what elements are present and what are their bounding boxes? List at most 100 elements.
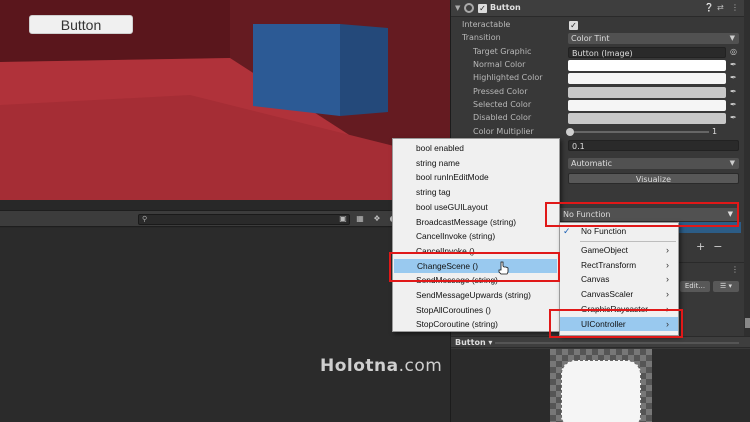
gizmo-icon[interactable]: ▦ (355, 214, 365, 224)
interactable-row: Interactable ✓ (451, 19, 750, 32)
mouse-cursor-icon (498, 261, 509, 275)
menu-item-bool-enabled[interactable]: bool enabled (393, 141, 559, 156)
interactable-checkbox[interactable]: ✓ (569, 21, 578, 30)
cube-side (340, 24, 388, 116)
menu-item-recttransform[interactable]: RectTransform › (560, 258, 678, 273)
transition-value: Color Tint (571, 34, 610, 43)
color-multiplier-label: Color Multiplier (473, 127, 534, 136)
component-header[interactable]: ▼ ✓ Button ❔ ⇄ ⋮ (451, 0, 750, 17)
color-multiplier-value[interactable]: 1 (709, 126, 749, 137)
plus-icon[interactable]: + (696, 240, 713, 253)
game-button[interactable]: Button (29, 15, 133, 34)
presets-icon[interactable]: ⇄ (717, 3, 724, 12)
chevron-right-icon: › (666, 289, 669, 300)
watermark-brand: Holotna (320, 356, 399, 376)
menu-item-canvas[interactable]: Canvas › (560, 272, 678, 287)
search-icon: ⚲ (142, 215, 148, 223)
interactable-label: Interactable (462, 20, 511, 29)
component-title: Button (490, 3, 521, 12)
watermark-suffix: .com (398, 356, 443, 376)
object-picker-icon[interactable]: ◎ (730, 47, 737, 56)
highlighted-color-row: Highlighted Color ✒ (451, 72, 750, 85)
slider-handle[interactable] (566, 128, 574, 136)
project-panel (0, 228, 450, 422)
menu-item-stop-all-coroutines[interactable]: StopAllCoroutines () (393, 303, 559, 318)
menu-item-gameobject[interactable]: GameObject › (560, 243, 678, 258)
eyedropper-icon[interactable]: ✒ (730, 100, 737, 109)
color-multiplier-slider[interactable] (566, 128, 709, 136)
navigation-value: Automatic (571, 159, 613, 168)
tag-icon[interactable]: ❖ (372, 214, 382, 224)
target-graphic-label: Target Graphic (473, 47, 532, 56)
scene-camera-icon[interactable]: ▣ (338, 214, 348, 224)
inspector-scrollbar[interactable] (744, 0, 750, 340)
scrollbar-thumb[interactable] (745, 318, 750, 328)
transition-label: Transition (462, 33, 501, 42)
selected-color-swatch[interactable] (568, 100, 726, 111)
fade-duration-field[interactable]: 0.1 (568, 140, 739, 151)
menu-item-string-name[interactable]: string name (393, 156, 559, 171)
fade-duration-value: 0.1 (572, 142, 585, 151)
menu-item-broadcast-message[interactable]: BroadcastMessage (string) (393, 215, 559, 230)
eyedropper-icon[interactable]: ✒ (730, 60, 737, 69)
cube-front (253, 24, 340, 116)
chevron-right-icon: › (666, 245, 669, 255)
highlight-uicontroller (549, 309, 683, 338)
list-menu-button[interactable]: ☰ ▾ (713, 281, 739, 292)
target-graphic-row: Target Graphic Button (Image) ◎ (451, 46, 750, 59)
minus-icon[interactable]: − (713, 240, 730, 253)
transition-row: Transition Color Tint ▼ (451, 32, 750, 45)
menu-item-stop-coroutine[interactable]: StopCoroutine (string) (393, 317, 559, 332)
scene-view[interactable]: Button (0, 0, 450, 200)
eyedropper-icon[interactable]: ✒ (730, 113, 737, 122)
target-graphic-field[interactable]: Button (Image) (568, 47, 726, 58)
help-icon[interactable]: ❔ (704, 3, 714, 12)
pressed-color-swatch[interactable] (568, 87, 726, 98)
navigation-dropdown[interactable]: Automatic ▼ (568, 158, 739, 169)
chevron-right-icon: › (666, 274, 669, 285)
preview-drag-handle[interactable] (495, 342, 739, 344)
highlight-change-scene (389, 252, 560, 282)
function-property-menu: bool enabled string name bool runInEditM… (392, 138, 560, 332)
transition-dropdown[interactable]: Color Tint ▼ (568, 33, 739, 44)
menu-item-string-tag[interactable]: string tag (393, 185, 559, 200)
foldout-arrow-icon[interactable]: ▼ (455, 4, 460, 12)
selected-color-row: Selected Color ✒ (451, 99, 750, 112)
chevron-down-icon: ▼ (729, 34, 735, 42)
highlighted-color-swatch[interactable] (568, 73, 726, 84)
edit-button[interactable]: Edit... (680, 281, 710, 292)
more-options-icon[interactable]: ⋮ (731, 3, 739, 12)
more-options-icon[interactable]: ⋮ (731, 265, 739, 274)
highlight-function-dropdown (545, 202, 739, 227)
normal-color-label: Normal Color (473, 60, 526, 69)
button-component-icon (464, 3, 474, 13)
scene-toolbar: ⚲ ▣ ▦ ❖ ● (0, 210, 450, 227)
preview-title[interactable]: Button ▾ (455, 338, 492, 347)
selected-color-label: Selected Color (473, 100, 532, 109)
component-enabled-checkbox[interactable]: ✓ (478, 4, 487, 13)
chevron-right-icon: › (666, 259, 669, 270)
visualize-button[interactable]: Visualize (568, 173, 739, 184)
eyedropper-icon[interactable]: ✒ (730, 87, 737, 96)
menu-item-canvasscaler[interactable]: CanvasScaler › (560, 287, 678, 302)
pressed-color-row: Pressed Color ✒ (451, 86, 750, 99)
menu-item-send-message-upwards[interactable]: SendMessageUpwards (string) (393, 288, 559, 303)
normal-color-row: Normal Color ✒ (451, 59, 750, 72)
normal-color-swatch[interactable] (568, 60, 726, 71)
chevron-down-icon: ▼ (729, 159, 735, 167)
add-remove-buttons: +− (696, 240, 730, 253)
pressed-color-label: Pressed Color (473, 87, 528, 96)
menu-item-use-gui-layout[interactable]: bool useGUILayout (393, 200, 559, 215)
target-graphic-value: Button (Image) (572, 49, 633, 58)
highlighted-color-label: Highlighted Color (473, 73, 543, 82)
scene-search-input[interactable]: ⚲ (138, 214, 350, 225)
sprite-preview (561, 360, 641, 422)
disabled-color-swatch[interactable] (568, 113, 726, 124)
menu-item-run-in-edit-mode[interactable]: bool runInEditMode (393, 170, 559, 185)
disabled-color-label: Disabled Color (473, 113, 532, 122)
disabled-color-row: Disabled Color ✒ (451, 112, 750, 125)
menu-separator (580, 241, 676, 242)
menu-item-cancel-invoke-string[interactable]: CancelInvoke (string) (393, 229, 559, 244)
eyedropper-icon[interactable]: ✒ (730, 73, 737, 82)
watermark: Holotna.com (320, 356, 442, 376)
